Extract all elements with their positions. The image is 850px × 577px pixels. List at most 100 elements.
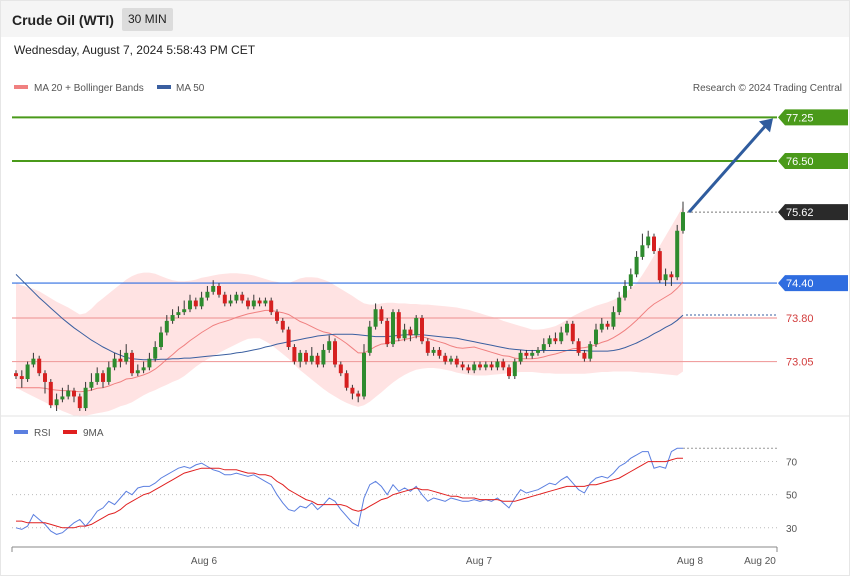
credit-text: Research © 2024 Trading Central — [693, 83, 842, 94]
candle-body — [170, 315, 175, 321]
candle-body — [396, 312, 401, 339]
candle-body — [327, 341, 332, 350]
candle-body — [222, 294, 227, 304]
candle-body — [652, 236, 656, 252]
candle-body — [681, 212, 685, 231]
candle-body — [536, 349, 540, 353]
legend-bb[interactable]: MA 20 + Bollinger Bands — [14, 83, 144, 94]
candle-body — [611, 312, 616, 327]
candle-body — [135, 370, 140, 374]
time-label-aug-7: Aug 7 — [466, 556, 493, 567]
candle-body — [512, 361, 517, 377]
candle-body — [321, 349, 326, 365]
candle-body — [211, 285, 216, 292]
candle-body — [628, 274, 633, 286]
candle-body — [193, 300, 198, 307]
candle-body — [95, 373, 100, 382]
candle — [646, 230, 651, 249]
level-tag-text-76.50: 76.50 — [786, 156, 814, 168]
candle-body — [257, 300, 262, 304]
candle-body — [634, 256, 639, 275]
candle-body — [402, 329, 407, 339]
time-label-aug-20: Aug 20 — [744, 556, 776, 567]
candle-body — [559, 332, 564, 342]
legend-rsi-ma-label: 9MA — [83, 428, 104, 439]
candle-body — [425, 341, 430, 353]
candle-body — [547, 338, 552, 345]
candle-body — [54, 399, 59, 406]
candle — [396, 309, 401, 342]
time-label-aug-6: Aug 6 — [191, 556, 218, 567]
candle-body — [199, 297, 204, 307]
candle-body — [478, 364, 482, 368]
candle-body — [309, 355, 314, 362]
candle — [391, 309, 395, 348]
candle — [420, 315, 424, 345]
candle-body — [66, 390, 71, 397]
candle-body — [159, 332, 163, 348]
candle — [681, 201, 685, 234]
candle-body — [594, 329, 598, 345]
candle-body — [89, 381, 94, 388]
legend-rsi-ma[interactable]: 9MA — [63, 428, 104, 439]
candle-body — [437, 349, 442, 356]
level-label-73.80: 73.80 — [786, 313, 814, 325]
candle-body — [147, 358, 152, 368]
candle-body — [37, 358, 42, 374]
candle-body — [623, 285, 627, 298]
candle-body — [373, 309, 378, 327]
chart-frame: Crude Oil (WTI) 30 MIN Wednesday, August… — [0, 0, 850, 576]
candle-body — [570, 323, 575, 342]
legend-ma50-label: MA 50 — [176, 83, 205, 94]
candle-body — [541, 344, 546, 350]
candle-body — [205, 291, 210, 298]
legend-ma50[interactable]: MA 50 — [157, 83, 205, 94]
candle-body — [217, 285, 221, 295]
candle-body — [431, 349, 436, 353]
rsi-ma-line — [16, 457, 683, 529]
candle — [286, 326, 291, 350]
candle-body — [553, 338, 558, 342]
candle-body — [269, 300, 274, 313]
candle-body — [362, 352, 366, 397]
candle-body — [663, 274, 668, 281]
candle-body — [101, 373, 105, 382]
candle-body — [582, 352, 587, 359]
candle-body — [112, 358, 117, 368]
candle — [640, 233, 645, 260]
candle-body — [234, 294, 239, 301]
candle-body — [408, 329, 413, 336]
time-label-aug-8: Aug 8 — [677, 556, 704, 567]
candle — [634, 251, 639, 278]
bollinger-band-area — [16, 206, 683, 417]
legend-rsi-label: RSI — [34, 428, 51, 439]
candle-body — [315, 355, 320, 365]
candle-body — [333, 341, 337, 365]
candle-body — [292, 347, 297, 362]
legend-bb-label: MA 20 + Bollinger Bands — [34, 83, 144, 94]
candle-body — [443, 355, 448, 362]
candle-body — [466, 367, 471, 371]
arrow-shaft — [687, 125, 767, 214]
candle-body — [141, 367, 146, 371]
candle-body — [77, 396, 82, 409]
candle-body — [518, 352, 523, 362]
legend-rsi[interactable]: RSI — [14, 428, 51, 439]
level-tag-text-75.62: 75.62 — [786, 207, 814, 219]
candle-body — [501, 361, 506, 368]
candle-body — [14, 373, 18, 377]
candle-body — [385, 320, 390, 345]
candle — [588, 341, 593, 362]
candle-body — [48, 381, 53, 406]
candle-body — [379, 309, 384, 321]
candle-body — [106, 367, 111, 382]
candle-body — [240, 294, 245, 301]
candle-body — [391, 312, 395, 345]
candle-body — [153, 347, 158, 359]
candle-body — [338, 364, 343, 374]
level-label-73.05: 73.05 — [786, 357, 814, 369]
candle-body — [414, 317, 419, 336]
candle-body — [164, 320, 169, 333]
candle-body — [43, 373, 47, 382]
level-tags: 77.25 76.50 75.62 74.40 73.80 73.05 — [778, 109, 848, 369]
